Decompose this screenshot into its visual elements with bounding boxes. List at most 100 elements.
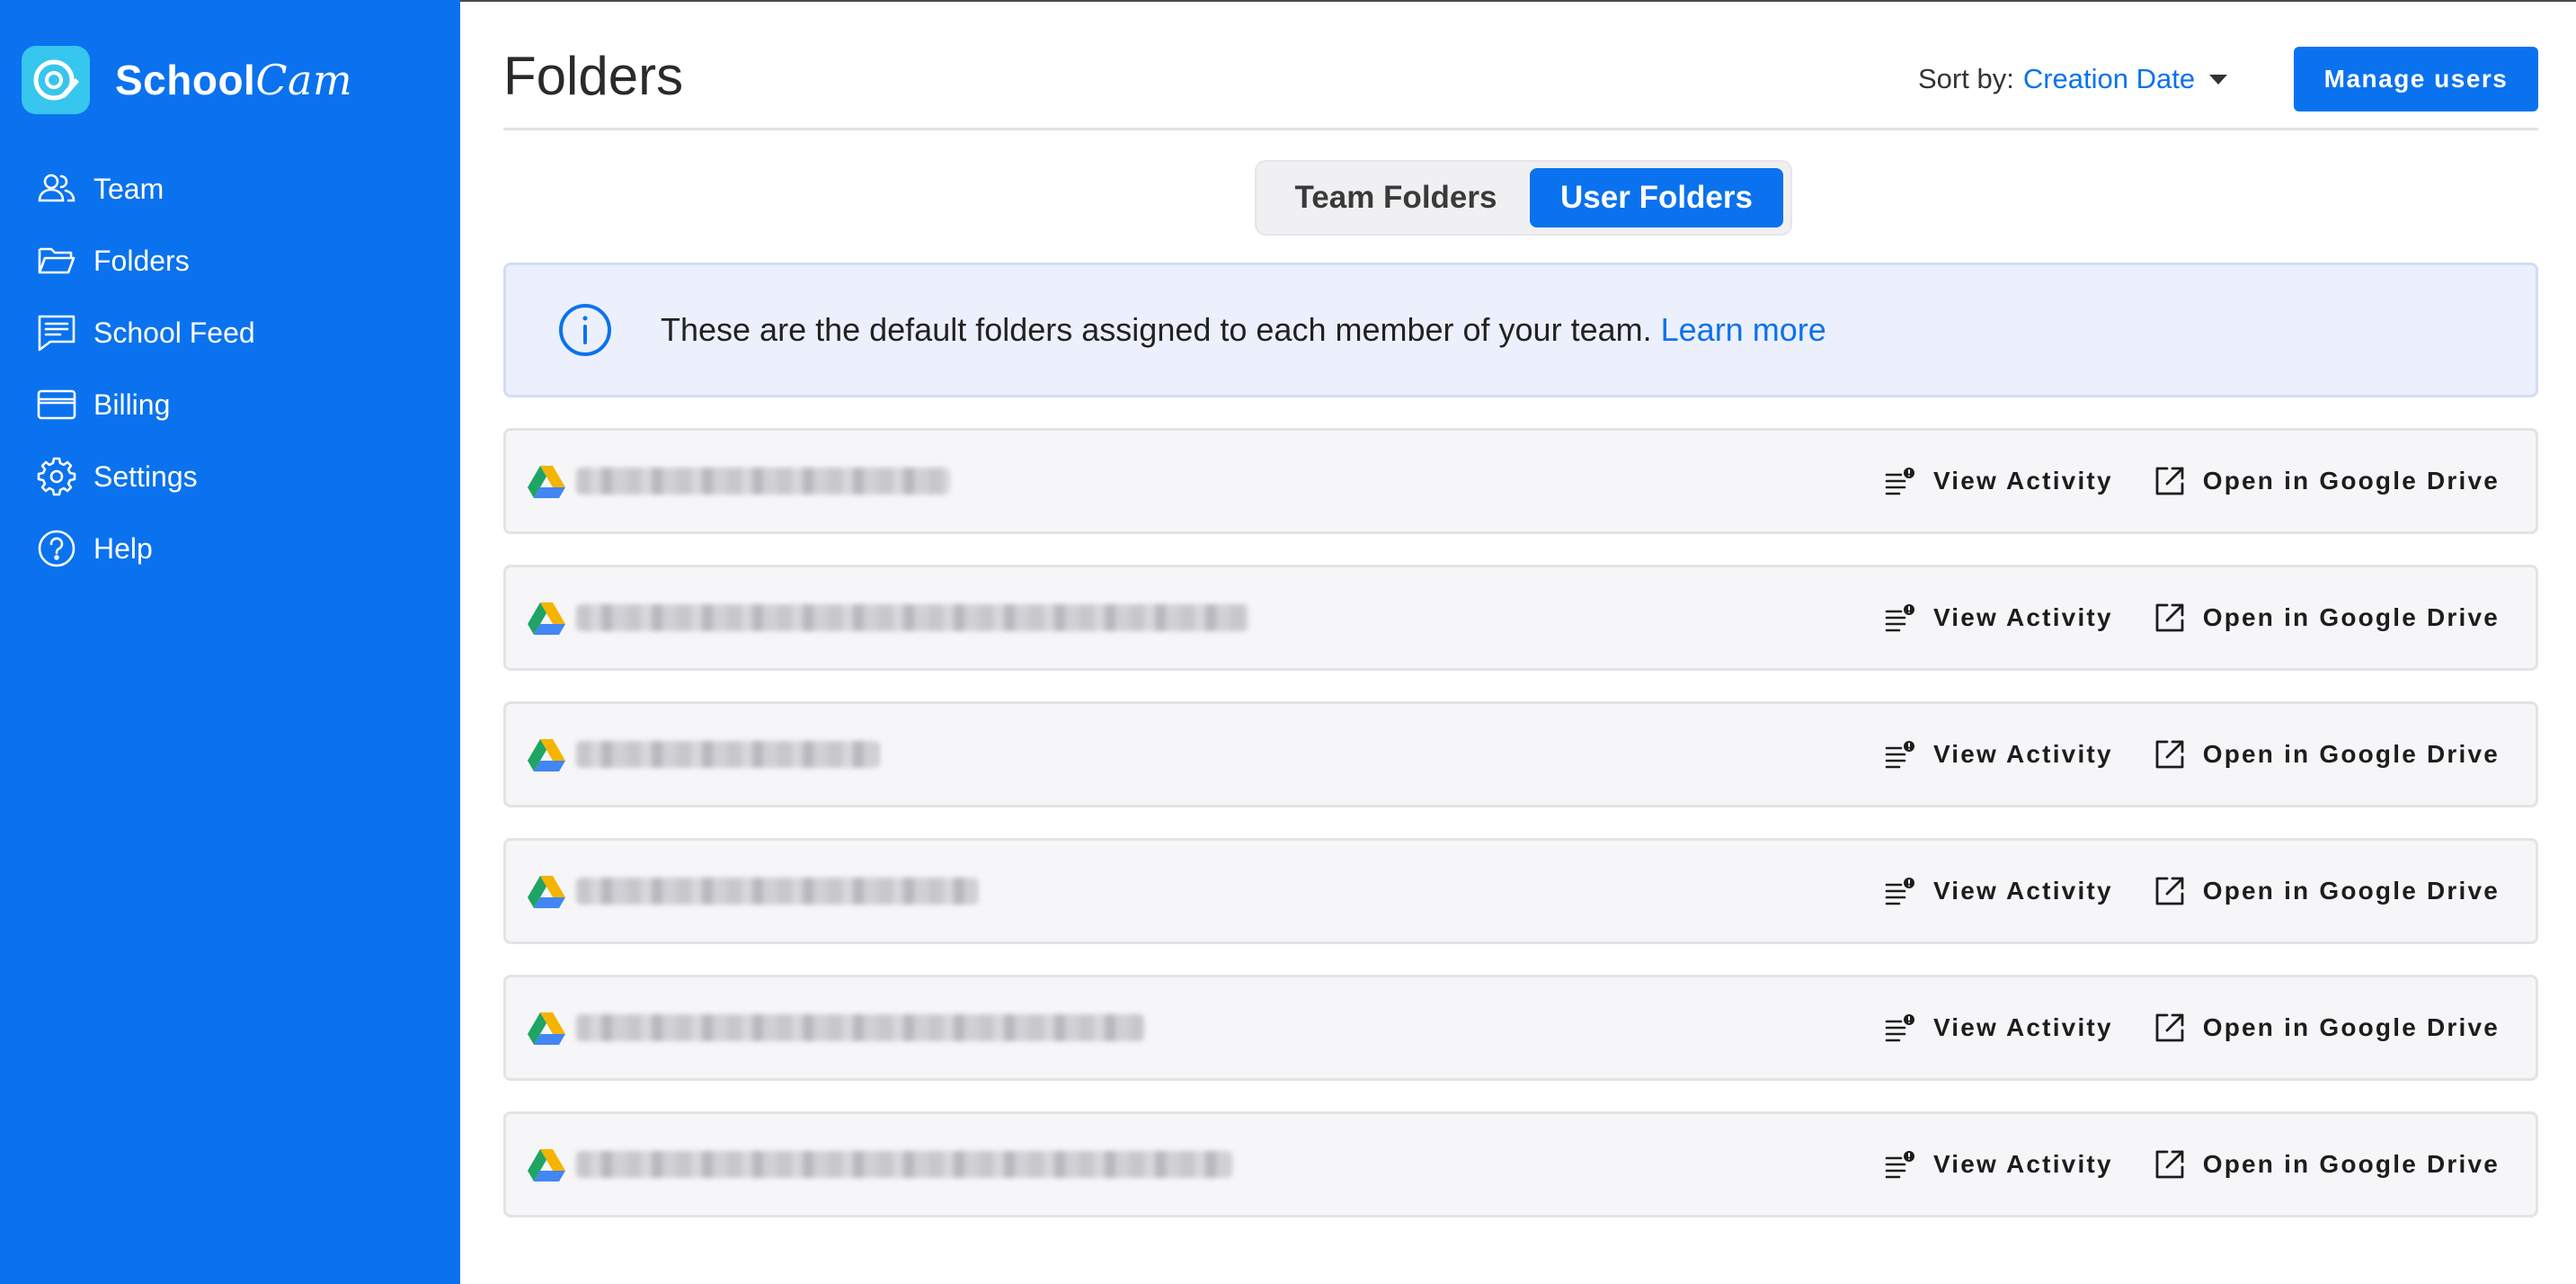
brand-name: School Cam [115,56,352,104]
activity-list-icon [1885,1014,1914,1042]
external-link-icon [2155,467,2184,495]
view-activity-label: View Activity [1932,877,2113,905]
sidebar-item-folders[interactable]: Folders [36,225,431,297]
open-in-google-drive-button[interactable]: Open in Google Drive [2153,1011,2500,1045]
activity-list-icon [1885,741,1914,769]
view-activity-label: View Activity [1932,467,2113,495]
sidebar-item-settings[interactable]: Settings [36,441,431,513]
google-drive-icon [528,466,565,498]
view-activity-button[interactable]: View Activity [1883,737,2113,771]
view-activity-button[interactable]: View Activity [1883,464,2113,498]
open-in-google-drive-button[interactable]: Open in Google Drive [2153,601,2500,635]
sort-label: Sort by: [1918,63,2014,94]
info-banner: These are the default folders assigned t… [503,263,2538,397]
brand[interactable]: School Cam [22,45,352,115]
row-actions: View Activity Open in Google Drive [1883,977,2500,1078]
folder-row: View Activity Open in Google Drive [503,701,2538,807]
folder-row: View Activity Open in Google Drive [503,565,2538,671]
folder-list: View Activity Open in Google Drive View … [503,428,2538,1248]
view-activity-label: View Activity [1932,1150,2113,1178]
sidebar-item-help[interactable]: Help [36,513,431,584]
open-in-google-drive-label: Open in Google Drive [2202,877,2500,905]
top-divider [460,0,2576,2]
google-drive-icon [528,1149,565,1181]
view-activity-button[interactable]: View Activity [1883,874,2113,908]
view-activity-label: View Activity [1932,603,2113,631]
folder-row: View Activity Open in Google Drive [503,838,2538,944]
tab-user-folders[interactable]: User Folders [1530,168,1783,227]
main-content: Folders Sort by: Creation Date Manage us… [460,0,2576,1284]
open-in-google-drive-button[interactable]: Open in Google Drive [2153,737,2500,771]
google-drive-icon [528,1012,565,1045]
header-divider [503,128,2538,130]
external-link-icon [2155,603,2184,632]
folder-row: View Activity Open in Google Drive [503,975,2538,1081]
manage-users-button[interactable]: Manage users [2294,47,2538,111]
activity-list-icon [1885,878,1914,905]
redacted-folder-owner [576,741,880,768]
activity-list-icon [1885,1151,1914,1179]
team-icon [38,174,76,202]
folder-icon [38,247,76,274]
brand-name-cam: Cam [255,56,353,104]
caret-down-icon [2209,74,2228,85]
sidebar-item-label: Settings [93,459,198,493]
view-activity-button[interactable]: View Activity [1883,1147,2113,1181]
external-link-icon [2155,877,2184,905]
redacted-folder-owner [576,878,979,905]
folder-row: View Activity Open in Google Drive [503,1111,2538,1217]
open-in-google-drive-button[interactable]: Open in Google Drive [2153,874,2500,908]
sidebar: School Cam Team Folders School Feed Bill… [0,0,460,1284]
learn-more-link[interactable]: Learn more [1661,311,1826,348]
redacted-folder-owner [576,468,950,495]
row-actions: View Activity Open in Google Drive [1883,567,2500,668]
sidebar-item-team[interactable]: Team [36,153,431,225]
activity-list-icon [1885,604,1914,632]
google-drive-icon [528,876,565,908]
open-in-google-drive-button[interactable]: Open in Google Drive [2153,1147,2500,1181]
external-link-icon [2155,1150,2184,1179]
sort-control: Sort by: Creation Date [1918,63,2228,95]
open-in-google-drive-label: Open in Google Drive [2202,1150,2500,1178]
brand-name-school: School [115,57,256,103]
gear-icon [37,457,76,496]
open-in-google-drive-label: Open in Google Drive [2202,740,2500,768]
row-actions: View Activity Open in Google Drive [1883,841,2500,941]
info-icon [559,304,611,356]
view-activity-button[interactable]: View Activity [1883,1011,2113,1045]
row-actions: View Activity Open in Google Drive [1883,704,2500,805]
open-in-google-drive-label: Open in Google Drive [2202,467,2500,495]
help-icon [38,530,76,567]
view-activity-button[interactable]: View Activity [1883,601,2113,635]
sidebar-item-label: School Feed [93,316,255,349]
row-actions: View Activity Open in Google Drive [1883,1114,2500,1215]
sort-dropdown[interactable]: Creation Date [2022,63,2228,95]
view-activity-label: View Activity [1932,740,2113,768]
folder-tabs: Team Folders User Folders [1255,160,1792,236]
schoolcam-logo-icon [22,46,90,114]
activity-list-icon [1885,468,1914,495]
google-drive-icon [528,602,565,635]
external-link-icon [2155,740,2184,769]
open-in-google-drive-button[interactable]: Open in Google Drive [2153,464,2500,498]
sort-value: Creation Date [2022,63,2196,94]
app-window: School Cam Team Folders School Feed Bill… [0,0,2576,1284]
google-drive-icon [528,739,565,771]
open-in-google-drive-label: Open in Google Drive [2202,603,2500,631]
sidebar-item-label: Folders [93,244,190,277]
redacted-folder-owner [576,604,1248,631]
feed-icon [38,315,76,352]
page-title: Folders [503,46,684,106]
open-in-google-drive-label: Open in Google Drive [2202,1013,2500,1041]
tab-team-folders[interactable]: Team Folders [1262,168,1530,227]
info-text: These are the default folders assigned t… [661,311,1826,349]
sidebar-nav: Team Folders School Feed Billing Setting… [36,153,431,584]
redacted-folder-owner [576,1151,1232,1178]
external-link-icon [2155,1013,2184,1042]
row-actions: View Activity Open in Google Drive [1883,431,2500,531]
sidebar-item-school-feed[interactable]: School Feed [36,297,431,369]
info-message: These are the default folders assigned t… [661,311,1652,348]
sidebar-item-label: Team [93,172,164,205]
sidebar-item-billing[interactable]: Billing [36,369,431,441]
card-icon [37,389,76,420]
